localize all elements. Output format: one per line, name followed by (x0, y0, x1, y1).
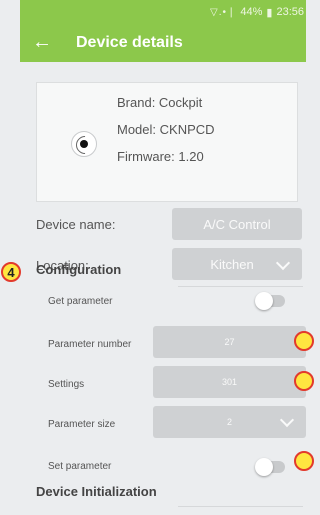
brand-text: Brand: Cockpit (117, 95, 203, 110)
device-name-label: Device name: (36, 217, 116, 232)
parameter-size-select[interactable]: 2 (153, 406, 306, 438)
back-arrow-icon[interactable]: ← (20, 32, 64, 55)
divider (178, 286, 303, 287)
parameter-size-value: 2 (226, 417, 232, 427)
firmware-text: Firmware: 1.20 (117, 149, 204, 164)
get-parameter-label: Get parameter (48, 296, 113, 307)
get-parameter-toggle[interactable] (255, 292, 285, 310)
parameter-number-label: Parameter number (48, 339, 132, 350)
parameter-number-input[interactable]: 27 (153, 326, 306, 358)
device-icon (71, 131, 97, 157)
clock: 23:56 (276, 6, 304, 18)
configuration-heading: Configuration (36, 262, 122, 277)
settings-label: Settings (48, 379, 85, 390)
annotation-badge (294, 371, 314, 391)
chevron-down-icon (279, 412, 295, 428)
battery-level: 44% (240, 6, 263, 18)
device-name-input[interactable]: A/C Control (172, 208, 302, 240)
model-text: Model: CKNPCD (117, 122, 215, 137)
battery-icon: ▮ (266, 6, 273, 19)
page-title: Device details (76, 34, 183, 51)
settings-input[interactable]: 301 (153, 366, 306, 398)
annotation-badge (294, 451, 314, 471)
location-select[interactable]: Kitchen (172, 248, 302, 280)
annotation-badge (294, 331, 314, 351)
set-parameter-toggle[interactable] (255, 458, 285, 476)
device-details-content[interactable]: Brand: Cockpit Model: CKNPCD Firmware: 1… (28, 62, 306, 515)
divider (178, 506, 303, 507)
device-initialization-heading: Device Initialization (36, 484, 157, 499)
status-bar: ▽.•❘ 44% ▮ 23:56 (20, 0, 306, 24)
app-bar: ← Device details (20, 24, 306, 62)
device-info-card: Brand: Cockpit Model: CKNPCD Firmware: 1… (36, 82, 298, 202)
toggle-knob (255, 458, 273, 476)
set-parameter-label: Set parameter (48, 461, 112, 472)
annotation-badge: 4 (1, 262, 21, 282)
signal-icon: ▽.•❘ (210, 6, 237, 18)
parameter-size-label: Parameter size (48, 419, 116, 430)
toggle-knob (255, 292, 273, 310)
